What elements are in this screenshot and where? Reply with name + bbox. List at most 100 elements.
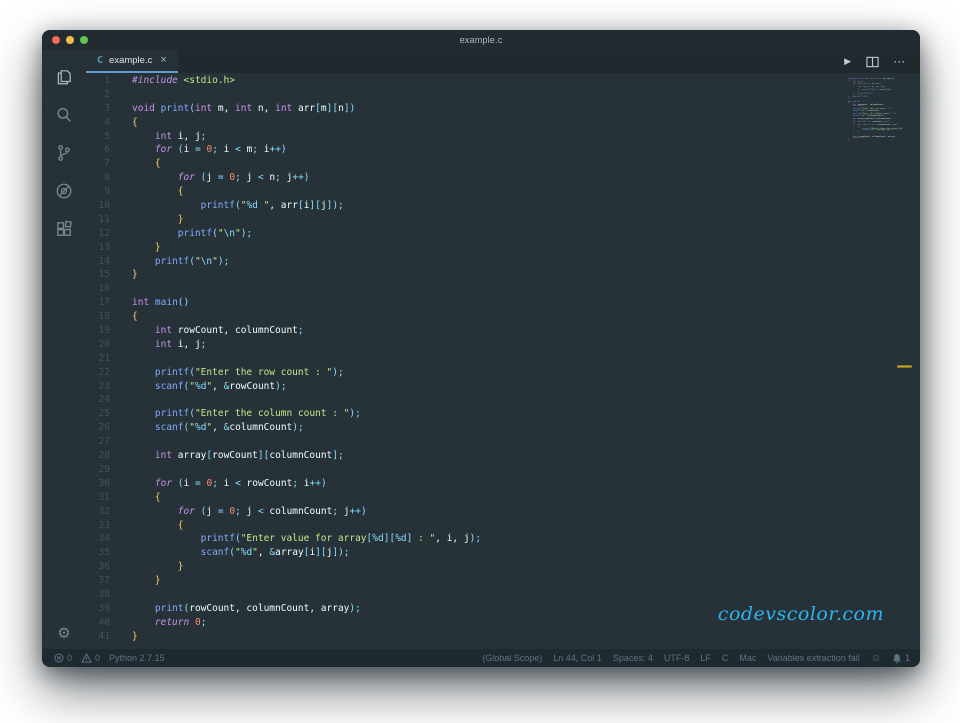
- title-bar[interactable]: example.c: [42, 30, 920, 50]
- code-line[interactable]: [132, 588, 920, 602]
- line-number[interactable]: 16: [86, 282, 110, 296]
- code-line[interactable]: printf("%d ", arr[i][j]);: [132, 199, 920, 213]
- code-line[interactable]: [132, 352, 920, 366]
- problems-errors[interactable]: 0: [54, 653, 72, 663]
- editor[interactable]: 1234567891011121314151617181920212223242…: [86, 73, 920, 649]
- line-number[interactable]: 17: [86, 296, 110, 310]
- line-number[interactable]: 35: [86, 546, 110, 560]
- code-line[interactable]: {: [132, 519, 920, 533]
- explorer-icon[interactable]: [42, 58, 86, 96]
- code-line[interactable]: [132, 435, 920, 449]
- line-number[interactable]: 22: [86, 366, 110, 380]
- line-number[interactable]: 41: [86, 630, 110, 644]
- minimap[interactable]: #include <stdio.h> void print(int m, int…: [848, 76, 903, 141]
- code-line[interactable]: }: [132, 574, 920, 588]
- code-line[interactable]: printf("\n");: [132, 227, 920, 241]
- line-number[interactable]: 13: [86, 241, 110, 255]
- debug-icon[interactable]: [42, 172, 86, 210]
- code-line[interactable]: {: [132, 310, 920, 324]
- code-line[interactable]: printf("Enter the row count : ");: [132, 366, 920, 380]
- source-control-icon[interactable]: [42, 134, 86, 172]
- line-number[interactable]: 6: [86, 143, 110, 157]
- line-number[interactable]: 9: [86, 185, 110, 199]
- more-actions-icon[interactable]: ···: [894, 57, 906, 67]
- line-number[interactable]: 34: [86, 532, 110, 546]
- python-interpreter[interactable]: Python 2.7.15: [109, 653, 165, 663]
- close-window-button[interactable]: [52, 36, 60, 44]
- code-line[interactable]: }: [132, 241, 920, 255]
- extraction-status[interactable]: Variables extraction fail: [767, 653, 859, 663]
- code-line[interactable]: for (j = 0; j < columnCount; j++): [132, 505, 920, 519]
- close-tab-icon[interactable]: ×: [158, 55, 166, 66]
- line-number[interactable]: 18: [86, 310, 110, 324]
- line-number[interactable]: 40: [86, 616, 110, 630]
- code-line[interactable]: [132, 463, 920, 477]
- line-number[interactable]: 25: [86, 407, 110, 421]
- line-number[interactable]: 15: [86, 268, 110, 282]
- tab-example-c[interactable]: C example.c ×: [86, 50, 178, 73]
- line-number[interactable]: 27: [86, 435, 110, 449]
- line-number[interactable]: 30: [86, 477, 110, 491]
- code-line[interactable]: }: [132, 268, 920, 282]
- line-number[interactable]: 11: [86, 213, 110, 227]
- cursor-position[interactable]: Ln 44, Col 1: [553, 653, 602, 663]
- encoding[interactable]: UTF-8: [664, 653, 690, 663]
- line-number[interactable]: 31: [86, 491, 110, 505]
- code-line[interactable]: scanf("%d", &columnCount);: [132, 421, 920, 435]
- code-line[interactable]: printf("Enter value for array[%d][%d] : …: [132, 532, 920, 546]
- line-number[interactable]: 37: [86, 574, 110, 588]
- code-line[interactable]: void print(int m, int n, int arr[m][n]): [132, 102, 920, 116]
- line-number[interactable]: 26: [86, 421, 110, 435]
- code-line[interactable]: }: [132, 213, 920, 227]
- feedback-smiley-icon[interactable]: ☺: [871, 653, 881, 664]
- line-number[interactable]: 3: [86, 102, 110, 116]
- code-line[interactable]: #include <stdio.h>: [132, 74, 920, 88]
- notifications-bell[interactable]: 1: [892, 653, 910, 664]
- code-line[interactable]: int i, j;: [132, 130, 920, 144]
- code-line[interactable]: printf("Enter the column count : ");: [132, 407, 920, 421]
- language-mode[interactable]: C: [722, 653, 729, 663]
- code-line[interactable]: for (i = 0; i < m; i++): [132, 143, 920, 157]
- search-icon[interactable]: [42, 96, 86, 134]
- line-number[interactable]: 36: [86, 560, 110, 574]
- line-number[interactable]: 19: [86, 324, 110, 338]
- line-number[interactable]: 24: [86, 393, 110, 407]
- line-number[interactable]: 33: [86, 519, 110, 533]
- line-number[interactable]: 38: [86, 588, 110, 602]
- indentation[interactable]: Spaces: 4: [613, 653, 653, 663]
- code-line[interactable]: int array[rowCount][columnCount];: [132, 449, 920, 463]
- code-line[interactable]: printf("\n");: [132, 255, 920, 269]
- code-line[interactable]: int main(): [132, 296, 920, 310]
- code-line[interactable]: scanf("%d", &array[i][j]);: [132, 546, 920, 560]
- extensions-icon[interactable]: [42, 210, 86, 248]
- line-number[interactable]: 4: [86, 116, 110, 130]
- code-line[interactable]: scanf("%d", &rowCount);: [132, 380, 920, 394]
- line-number[interactable]: 7: [86, 157, 110, 171]
- line-number[interactable]: 10: [86, 199, 110, 213]
- code-line[interactable]: [132, 393, 920, 407]
- problems-warnings[interactable]: 0: [81, 653, 100, 663]
- code-line[interactable]: for (i = 0; i < rowCount; i++): [132, 477, 920, 491]
- line-number[interactable]: 21: [86, 352, 110, 366]
- code-line[interactable]: {: [132, 116, 920, 130]
- code-line[interactable]: int i, j;: [132, 338, 920, 352]
- code-line[interactable]: [132, 282, 920, 296]
- line-number[interactable]: 12: [86, 227, 110, 241]
- run-button[interactable]: ▶: [844, 56, 851, 67]
- code-lines[interactable]: #include <stdio.h> void print(int m, int…: [132, 74, 920, 644]
- minimize-window-button[interactable]: [66, 36, 74, 44]
- line-number[interactable]: 20: [86, 338, 110, 352]
- settings-gear-icon[interactable]: ⚙: [42, 617, 86, 649]
- code-line[interactable]: }: [132, 560, 920, 574]
- code-line[interactable]: {: [132, 157, 920, 171]
- line-number[interactable]: 1: [86, 74, 110, 88]
- code-line[interactable]: int rowCount, columnCount;: [132, 324, 920, 338]
- split-editor-icon[interactable]: [866, 56, 879, 68]
- eol-sequence[interactable]: LF: [700, 653, 711, 663]
- maximize-window-button[interactable]: [80, 36, 88, 44]
- code-line[interactable]: {: [132, 185, 920, 199]
- line-number[interactable]: 39: [86, 602, 110, 616]
- line-number[interactable]: 14: [86, 255, 110, 269]
- line-number[interactable]: 2: [86, 88, 110, 102]
- code-line[interactable]: }: [132, 630, 920, 644]
